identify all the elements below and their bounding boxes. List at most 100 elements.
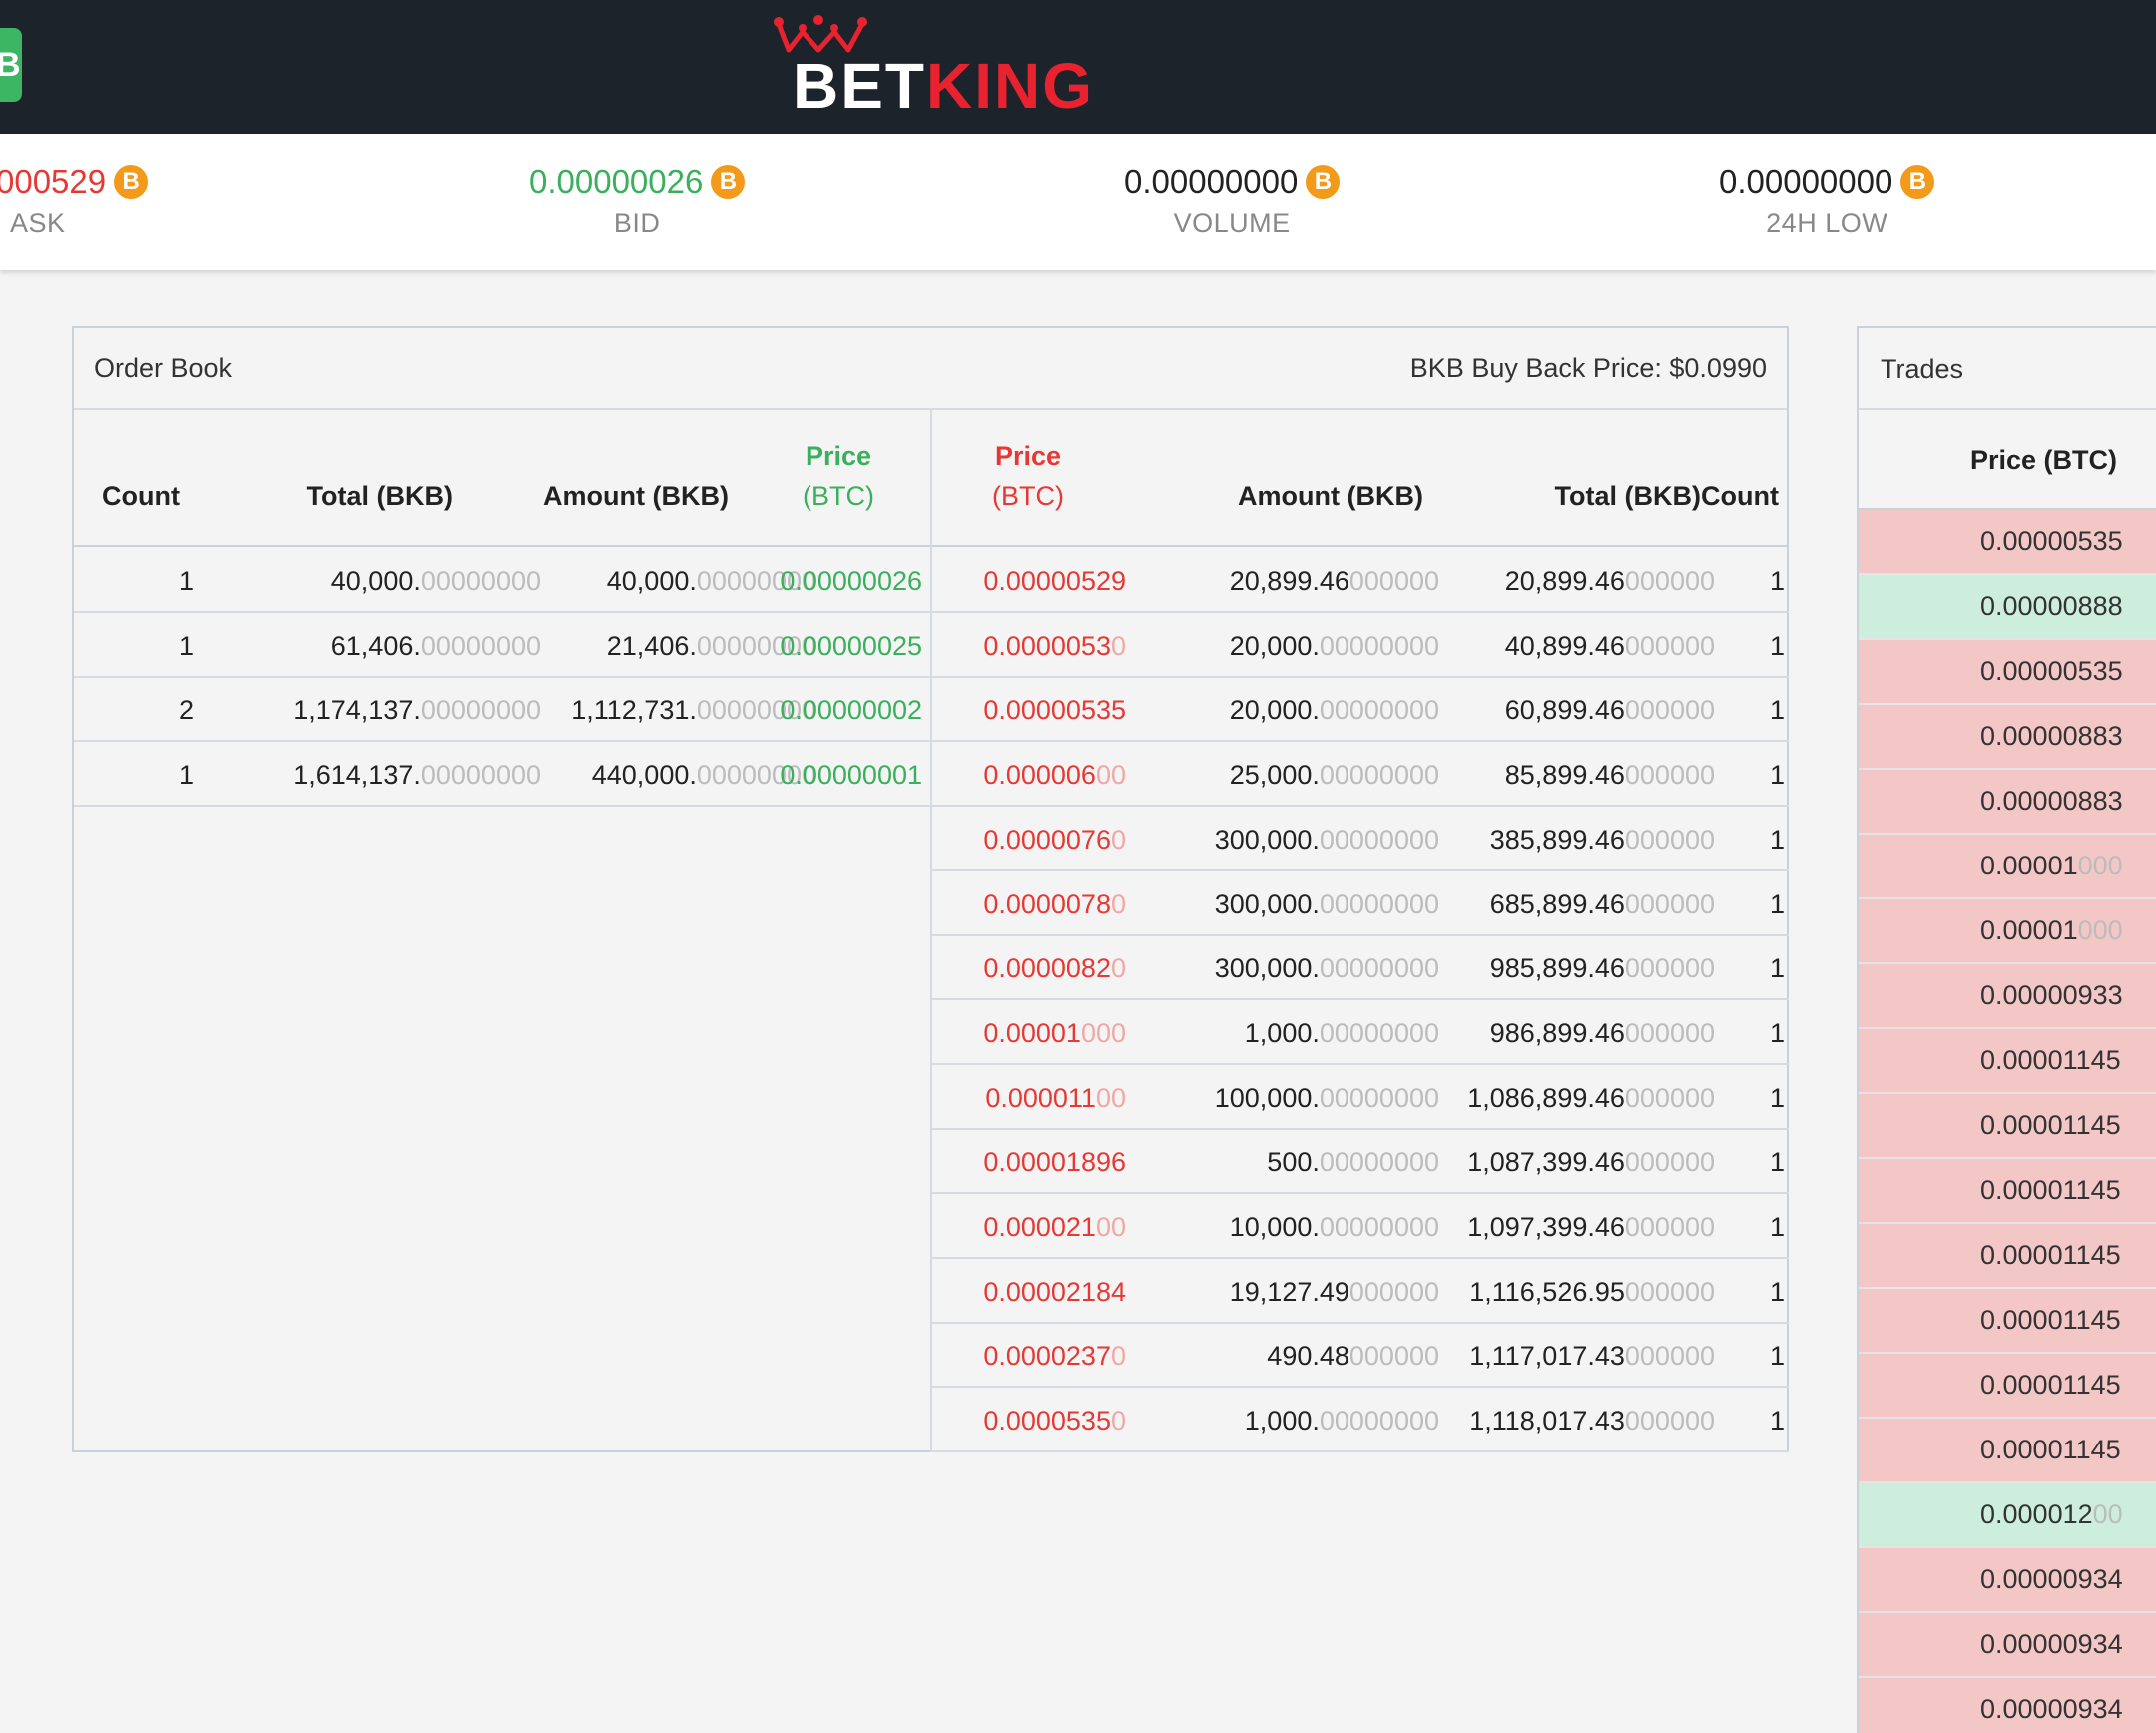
- bid-row[interactable]: 1 1,614,137.00000000 440,000.00000000 0.000…: [74, 743, 930, 808]
- asks-total-header[interactable]: Total (BKB): [1431, 476, 1701, 516]
- trade-row[interactable]: 0.00000934: [1859, 1613, 2156, 1678]
- bid-price: 0.00000002: [780, 695, 922, 726]
- ticker-24h-low: 0.00000000 B 24H LOW: [1719, 162, 1935, 239]
- ask-price: 0.00000780: [983, 888, 1126, 919]
- ask-count: 1: [1769, 566, 1785, 596]
- ask-price: 0.00000820: [983, 953, 1126, 984]
- trade-row[interactable]: 0.00001145: [1859, 1419, 2156, 1483]
- ask-row[interactable]: 0.00002100 10,000.00000000 1,097,399.46000…: [932, 1195, 1789, 1259]
- ask-price: 0.00005350: [983, 1406, 1126, 1437]
- order-book-panel: Order Book BKB Buy Back Price: $0.0990 C…: [72, 326, 1789, 1453]
- bid-row[interactable]: 1 61,406.00000000 21,406.00000000 0.0000002…: [74, 614, 930, 678]
- trades-title: Trades: [1859, 328, 2156, 410]
- ask-row[interactable]: 0.00001000 1,000.00000000 986,899.46000000…: [932, 1001, 1789, 1065]
- bid-count: 1: [178, 760, 194, 791]
- ask-count: 1: [1769, 1147, 1785, 1178]
- bid-amount: 1,112,731.00000000: [571, 695, 816, 726]
- ask-row[interactable]: 0.00002370 490.48000000 1,117,017.43000000…: [932, 1324, 1789, 1389]
- ticker-value: 0.00000000 B: [1719, 162, 1935, 202]
- ask-price: 0.00000760: [983, 824, 1126, 855]
- trade-row[interactable]: 0.00001000: [1859, 899, 2156, 964]
- ask-row[interactable]: 0.00000780 300,000.00000000 685,899.460000…: [932, 872, 1789, 936]
- trade-row[interactable]: 0.00001145: [1859, 1289, 2156, 1354]
- ask-total: 40,899.46000000: [1504, 630, 1715, 661]
- bid-count: 1: [178, 566, 194, 596]
- ask-row[interactable]: 0.00000600 25,000.00000000 85,899.46000000…: [932, 743, 1789, 808]
- trades-price-header[interactable]: Price (BTC): [1859, 410, 2156, 510]
- bitcoin-icon: B: [1306, 165, 1341, 199]
- bid-amount: 40,000.00000000: [606, 566, 816, 596]
- trade-row[interactable]: 0.00000883: [1859, 770, 2156, 835]
- ask-total: 1,116,526.95000000: [1469, 1276, 1715, 1307]
- ask-count: 1: [1769, 953, 1785, 984]
- trade-row[interactable]: 0.00000883: [1859, 705, 2156, 770]
- ask-price: 0.00000530: [983, 630, 1126, 661]
- trade-row[interactable]: 0.00001145: [1859, 1094, 2156, 1159]
- asks-amount-header[interactable]: Amount (BKB): [1172, 476, 1423, 516]
- ask-count: 1: [1769, 695, 1785, 726]
- ask-row[interactable]: 0.00000535 20,000.00000000 60,899.46000000…: [932, 678, 1789, 743]
- bids-total-header[interactable]: Total (BKB): [224, 476, 453, 516]
- menu-tab-button[interactable]: B: [0, 28, 22, 102]
- bid-row[interactable]: 1 40,000.00000000 40,000.00000000 0.0000002…: [74, 549, 930, 613]
- ask-row[interactable]: 0.00000760 300,000.00000000 385,899.460000…: [932, 808, 1789, 871]
- ask-count: 1: [1769, 888, 1785, 919]
- bids-price-header[interactable]: Price: [773, 436, 904, 476]
- ask-amount: 490.48000000: [1267, 1341, 1439, 1372]
- order-book-title: Order Book: [94, 352, 233, 383]
- asks-count-header[interactable]: Count: [1701, 476, 1779, 516]
- bitcoin-icon: B: [114, 165, 149, 199]
- ask-count: 1: [1769, 1082, 1785, 1113]
- trade-row[interactable]: 0.00001145: [1859, 1159, 2156, 1224]
- bid-price: 0.00000025: [780, 630, 922, 661]
- bitcoin-icon: B: [1900, 165, 1935, 199]
- ask-count: 1: [1769, 1212, 1785, 1242]
- trade-row[interactable]: 0.00001145: [1859, 1354, 2156, 1419]
- ask-total: 1,087,399.46000000: [1467, 1147, 1715, 1178]
- bid-row[interactable]: 2 1,174,137.00000000 1,112,731.00000000 0.0…: [74, 678, 930, 743]
- trade-row[interactable]: 0.00001145: [1859, 1224, 2156, 1289]
- ask-total: 385,899.46000000: [1489, 824, 1715, 855]
- betking-logo[interactable]: BETKING: [769, 12, 1098, 118]
- ticker-label: ASK: [10, 208, 66, 238]
- ask-row[interactable]: 0.00002184 19,127.49000000 1,116,526.95000…: [932, 1260, 1789, 1324]
- trade-row[interactable]: 0.00000934: [1859, 1548, 2156, 1613]
- ask-amount: 10,000.00000000: [1229, 1212, 1439, 1242]
- ask-row[interactable]: 0.00000529 20,899.46000000 20,899.46000000…: [932, 549, 1789, 613]
- trade-row[interactable]: 0.00001145: [1859, 1029, 2156, 1094]
- ask-amount: 1,000.00000000: [1244, 1406, 1439, 1437]
- bid-price: 0.00000001: [780, 760, 922, 791]
- asks-header: Price (BTC) Amount (BKB) Total (BKB) Cou…: [932, 410, 1789, 547]
- trade-row[interactable]: 0.00000933: [1859, 964, 2156, 1029]
- trade-row[interactable]: 0.00000888: [1859, 575, 2156, 640]
- bids-count-header[interactable]: Count: [74, 476, 180, 516]
- trade-row[interactable]: 0.00000934: [1859, 1678, 2156, 1733]
- bids-amount-header[interactable]: Amount (BKB): [473, 476, 729, 516]
- ask-row[interactable]: 0.00000530 20,000.00000000 40,899.46000000…: [932, 614, 1789, 678]
- ask-price: 0.00000529: [983, 566, 1126, 596]
- ask-row[interactable]: 0.00000820 300,000.00000000 985,899.460000…: [932, 936, 1789, 1001]
- ask-total: 20,899.46000000: [1504, 566, 1715, 596]
- bid-price: 0.00000026: [780, 566, 922, 596]
- ask-count: 1: [1769, 824, 1785, 855]
- trade-row[interactable]: 0.00001200: [1859, 1483, 2156, 1548]
- ask-count: 1: [1769, 1406, 1785, 1437]
- ask-row[interactable]: 0.00001896 500.00000000 1,087,399.46000000…: [932, 1130, 1789, 1195]
- ask-amount: 300,000.00000000: [1214, 824, 1439, 855]
- bid-count: 2: [178, 695, 194, 726]
- trade-row[interactable]: 0.00001000: [1859, 835, 2156, 899]
- ask-row[interactable]: 0.00005350 1,000.00000000 1,118,017.430000…: [932, 1389, 1789, 1453]
- asks-price-header[interactable]: Price: [962, 436, 1094, 476]
- ask-amount: 25,000.00000000: [1229, 760, 1439, 791]
- ask-amount: 20,000.00000000: [1229, 695, 1439, 726]
- ask-total: 685,899.46000000: [1489, 888, 1715, 919]
- trade-row[interactable]: 0.00000535: [1859, 640, 2156, 705]
- order-book-header: Order Book BKB Buy Back Price: $0.0990: [74, 328, 1787, 410]
- bids-header: Count Total (BKB) Amount (BKB) Price (BT…: [74, 410, 930, 547]
- trade-row[interactable]: 0.00000535: [1859, 510, 2156, 575]
- ticker-number: 0.00000026: [529, 163, 704, 200]
- ask-count: 1: [1769, 630, 1785, 661]
- ask-total: 985,899.46000000: [1489, 953, 1715, 984]
- ask-row[interactable]: 0.00001100 100,000.00000000 1,086,899.4600…: [932, 1066, 1789, 1130]
- ask-price: 0.00001896: [983, 1147, 1126, 1178]
